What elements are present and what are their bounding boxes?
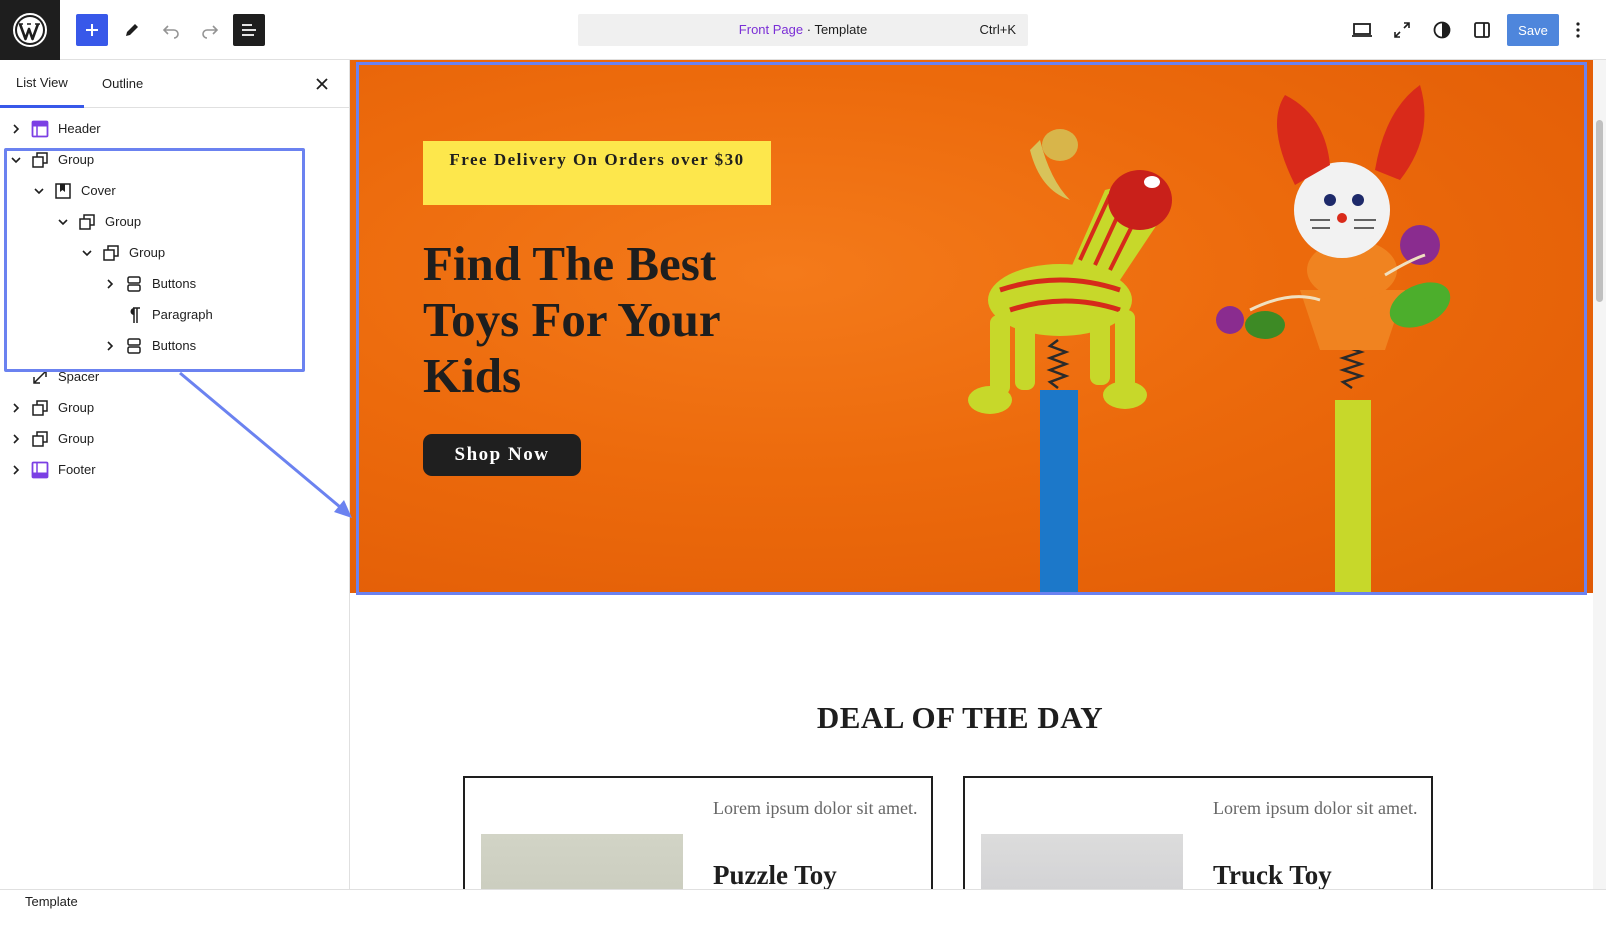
plus-icon — [86, 24, 98, 36]
breadcrumb-template[interactable]: Template — [25, 894, 78, 909]
undo-icon — [162, 25, 179, 39]
options-menu-button[interactable] — [1566, 14, 1590, 46]
selected-block-outline — [356, 62, 1587, 595]
tools-button[interactable] — [116, 14, 148, 46]
fullscreen-icon — [1394, 22, 1410, 38]
document-title: Front Page · Template — [578, 22, 1028, 37]
panel-tabs: List View Outline — [0, 60, 349, 108]
close-icon — [316, 78, 328, 90]
product-name: Truck Toy — [1213, 860, 1332, 890]
editor-canvas[interactable]: Free Delivery On Orders over $30 Find Th… — [350, 60, 1606, 913]
desktop-icon — [1352, 23, 1372, 37]
pencil-icon — [126, 24, 138, 36]
redo-button[interactable] — [194, 14, 226, 46]
template-part-icon — [28, 458, 52, 482]
redo-icon — [202, 25, 219, 39]
document-page-name: Front Page — [738, 22, 804, 37]
command-palette-bar[interactable]: Front Page · Template Ctrl+K — [578, 14, 1028, 46]
tab-outline[interactable]: Outline — [86, 60, 159, 108]
chevron-right-icon[interactable] — [6, 429, 26, 449]
device-preview-button[interactable] — [1346, 14, 1378, 46]
group-icon — [28, 396, 52, 420]
chevron-right-icon[interactable] — [6, 398, 26, 418]
tab-list-view[interactable]: List View — [0, 60, 84, 108]
document-overview-button[interactable] — [233, 14, 265, 46]
list-item-header[interactable]: Header — [6, 113, 101, 144]
undo-button[interactable] — [155, 14, 187, 46]
deal-heading[interactable]: DEAL OF THE DAY — [350, 700, 1570, 736]
block-breadcrumb-bar: Template — [0, 889, 1606, 936]
wordpress-logo-icon[interactable] — [0, 0, 60, 60]
chevron-right-icon[interactable] — [6, 119, 26, 139]
settings-sidebar-button[interactable] — [1466, 14, 1498, 46]
scrollbar-thumb[interactable] — [1596, 120, 1603, 302]
list-item-group[interactable]: Group — [6, 423, 94, 454]
template-part-icon — [28, 117, 52, 141]
list-item-label: Group — [58, 431, 95, 446]
contrast-icon — [1433, 21, 1451, 39]
selection-highlight — [4, 148, 305, 372]
list-item-footer[interactable]: Footer — [6, 454, 96, 485]
list-item-label: Header — [58, 121, 101, 136]
group-icon — [28, 427, 52, 451]
product-description: Lorem ipsum dolor sit amet. — [713, 798, 918, 818]
editor-header: Front Page · Template Ctrl+K Save — [0, 0, 1606, 60]
save-button[interactable]: Save — [1507, 14, 1559, 46]
canvas-scrollbar[interactable] — [1593, 60, 1606, 913]
list-item-label: Group — [58, 400, 95, 415]
list-item-group[interactable]: Group — [6, 392, 94, 423]
add-block-button[interactable] — [76, 14, 108, 46]
zoom-out-button[interactable] — [1386, 14, 1418, 46]
close-panel-button[interactable] — [312, 74, 332, 94]
list-view-icon — [242, 24, 256, 36]
product-description: Lorem ipsum dolor sit amet. — [1213, 798, 1418, 818]
document-overview-panel: List View Outline Header Group Cover Gro… — [0, 60, 350, 913]
document-type: Template — [814, 22, 868, 37]
command-shortcut: Ctrl+K — [979, 22, 1016, 37]
document-title-separator: · — [803, 22, 815, 37]
more-vertical-icon — [1576, 22, 1580, 38]
list-item-label: Footer — [58, 462, 96, 477]
chevron-right-icon[interactable] — [6, 460, 26, 480]
sidebar-icon — [1474, 22, 1490, 38]
product-name: Puzzle Toy — [713, 860, 837, 890]
styles-button[interactable] — [1426, 14, 1458, 46]
